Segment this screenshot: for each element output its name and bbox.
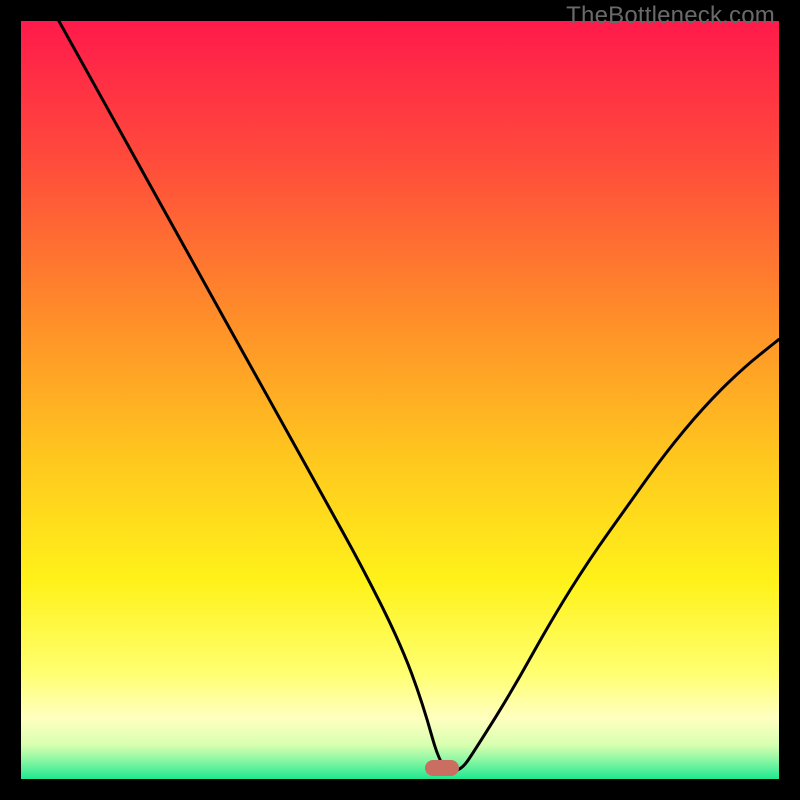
bottleneck-curve — [21, 21, 779, 779]
watermark-text: TheBottleneck.com — [566, 2, 775, 30]
plot-area — [21, 21, 779, 779]
optimal-marker — [425, 760, 459, 776]
chart-frame: TheBottleneck.com — [0, 0, 800, 800]
